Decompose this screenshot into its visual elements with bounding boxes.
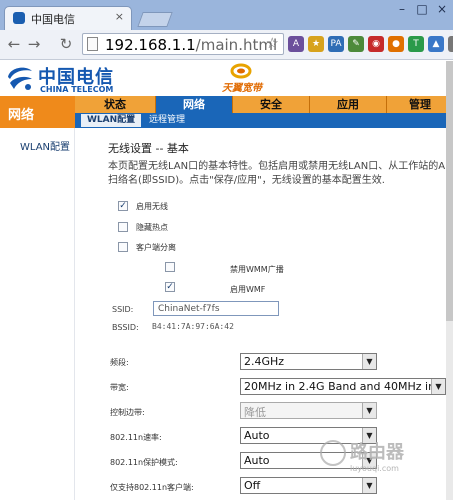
url-host: 192.168.1.1 [105,36,196,54]
tab-title: 中国电信 [31,13,75,26]
page-icon [87,37,98,51]
url-text[interactable]: 192.168.1.1/main.html [105,36,277,54]
n-only-clients-select[interactable]: Off ▼ [240,477,377,494]
main-nav: 状态 网络 安全 应用 管理 [75,96,453,113]
page-title: 无线设置 -- 基本 [108,142,189,155]
section-title: 网络 [0,96,75,128]
sidebar: WLAN配置 [0,128,75,500]
n-rate-label: 802.11n速率: [110,433,162,442]
band-label: 频段: [110,358,129,367]
watermark-url: luyouqi.com [350,464,399,473]
minimize-button[interactable]: – [395,0,409,18]
extension-dot-icon[interactable]: ● [388,36,404,52]
address-bar[interactable]: 192.168.1.1/main.html ☆ [82,33,284,55]
reload-button[interactable]: ↻ [58,34,74,54]
router-header: 中国电信 CHINA TELECOM 天翼宽带 [0,61,453,96]
control-sideband-label: 控制边带: [110,408,145,417]
nav-security[interactable]: 安全 [233,96,309,113]
tianyi-logo-icon [230,63,252,79]
hide-ssid-checkbox[interactable] [118,222,128,232]
browser-tab[interactable]: 中国电信 × [4,6,132,30]
extension-star-icon[interactable]: ★ [308,36,324,52]
sub-nav: WLAN配置 远程管理 [75,113,453,128]
chevron-down-icon: ▼ [362,354,376,369]
n-protection-label: 802.11n保护模式: [110,458,178,467]
ssid-input[interactable] [153,301,279,316]
enable-wireless-label: 启用无线 [136,202,168,211]
nav-network[interactable]: 网络 [156,96,232,113]
enable-wmf-checkbox[interactable]: ✓ [165,282,175,292]
watermark-text: 路由器 [350,442,404,463]
ssid-label: SSID: [112,305,134,314]
n-rate-value: Auto [244,429,270,442]
extension-triangle-icon[interactable]: ▲ [428,36,444,52]
china-telecom-favicon-icon [13,12,25,24]
extension-pa-icon[interactable]: PA [328,36,344,52]
forward-button[interactable]: → [26,34,42,54]
extension-pen-icon[interactable]: ✎ [348,36,364,52]
bandwidth-select[interactable]: 20MHz in 2.4G Band and 40MHz in 5 ▼ [240,378,446,395]
n-protection-value: Auto [244,454,270,467]
chevron-down-icon: ▼ [431,379,445,394]
tianyi-brand: 天翼宽带 [222,83,262,94]
band-value: 2.4GHz [244,355,285,368]
watermark-logo-icon [320,440,346,466]
enable-wireless-checkbox[interactable]: ✓ [118,201,128,211]
page-description: 本页配置无线LAN口的基本特性。包括启用或禁用无线LAN口、从工作站的AP扫络名… [108,161,452,186]
control-sideband-value: 降低 [244,406,266,419]
band-select[interactable]: 2.4GHz ▼ [240,353,377,370]
subnav-wlan-config[interactable]: WLAN配置 [81,114,142,127]
extension-record-icon[interactable]: ◉ [368,36,384,52]
disable-wmm-advertise-checkbox[interactable] [165,262,175,272]
nav-status[interactable]: 状态 [75,96,155,113]
back-button[interactable]: ← [6,34,22,54]
nav-management[interactable]: 管理 [387,96,453,113]
subnav-remote-management[interactable]: 远程管理 [143,114,191,127]
window-controls: – □ × [395,0,449,20]
brand-name-en: CHINA TELECOM [40,85,114,94]
hide-ssid-label: 隐藏热点 [136,223,168,232]
chevron-down-icon: ▼ [362,403,376,418]
enable-wmf-label: 启用WMF [230,285,266,294]
chevron-down-icon: ▼ [362,478,376,493]
nav-applications[interactable]: 应用 [310,96,386,113]
control-sideband-select[interactable]: 降低 ▼ [240,402,377,419]
extension-bar: A ★ PA ✎ ◉ ● T ▲ ≡ [288,36,453,52]
bookmark-star-icon[interactable]: ☆ [266,34,279,52]
tab-close-icon[interactable]: × [115,10,124,23]
extension-t-icon[interactable]: T [408,36,424,52]
browser-tabstrip: 中国电信 × – □ × [0,0,453,30]
extension-camera-icon[interactable]: A [288,36,304,52]
maximize-button[interactable]: □ [415,0,429,18]
disable-wmm-advertise-label: 禁用WMM广播 [230,265,284,274]
bssid-label: BSSID: [112,323,139,332]
browser-toolbar: ← → ↻ 192.168.1.1/main.html ☆ A ★ PA ✎ ◉… [0,30,453,60]
settings-menu-icon[interactable]: ≡ [448,36,453,52]
bandwidth-label: 带宽: [110,383,129,392]
bandwidth-value: 20MHz in 2.4G Band and 40MHz in 5 [244,380,446,393]
n-only-clients-value: Off [244,479,261,492]
page-scrollbar-thumb[interactable] [446,61,453,321]
bssid-value: B4:41:7A:97:6A:42 [152,322,234,331]
close-window-button[interactable]: × [435,0,449,18]
china-telecom-logo-icon [8,67,32,90]
n-only-clients-label: 仅支持802.11n客户端: [110,483,194,492]
new-tab-button[interactable] [137,12,173,27]
client-isolation-checkbox[interactable] [118,242,128,252]
client-isolation-label: 客户端分离 [136,243,176,252]
sidebar-item-wlan-config[interactable]: WLAN配置 [20,138,70,153]
